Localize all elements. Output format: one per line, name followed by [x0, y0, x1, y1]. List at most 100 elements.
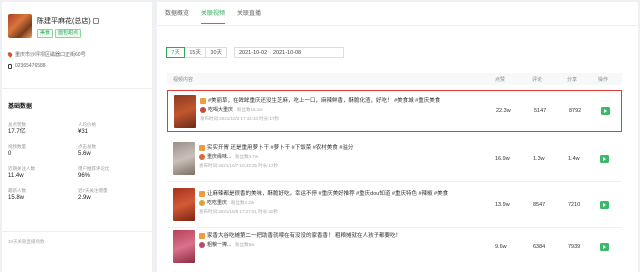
range-15-days-button[interactable]: 15天 [184, 47, 206, 58]
main-panel: 数据概览 关联视频 关联直播 7天 15天 30天 2021-10-02-202… [157, 2, 638, 272]
range-selector: 7天 15天 30天 [166, 47, 228, 58]
likes-count: 9.6w [495, 244, 507, 250]
play-video-button[interactable] [600, 155, 609, 163]
shop-tag: 面包甜点 [55, 29, 82, 38]
shop-name-text: 陈建平麻花(总店) [37, 18, 91, 25]
play-video-button[interactable] [600, 201, 609, 209]
phone-icon [8, 63, 12, 69]
video-thumbnail[interactable] [174, 95, 196, 128]
video-title[interactable]: 让麻辣都是很香的美味，酥脆好吃，幸运不停 #重庆美好推荐 #重庆dou知道 #重… [199, 189, 469, 197]
shop-photo [8, 14, 32, 38]
video-thumbnail[interactable] [173, 142, 195, 175]
date-start: 2021-10-02 [239, 50, 268, 56]
stat-item: 用户推荐评论比 96% [78, 166, 148, 180]
live-count-label: 30天关联直播场数 [8, 239, 45, 244]
range-7-days-button[interactable]: 7天 [166, 47, 185, 58]
stat-value: 17.7亿 [8, 129, 26, 135]
video-meta: 发布时间:2021/10/6 17:27:51 时长:20秒 [199, 209, 279, 214]
range-30-days-button[interactable]: 30天 [205, 47, 228, 58]
play-video-button[interactable] [600, 243, 609, 251]
video-author: 吃吃重庆 粉丝数3.2w [199, 199, 254, 206]
video-author: 吃喝大重庆 粉丝数16.1w [200, 106, 263, 113]
address-text: 重庆市沙坪坝区磁器口正街60号 [15, 52, 86, 58]
video-thumbnail[interactable] [173, 230, 195, 263]
video-meta: 发布时间:2021/10/7 10:43:35 时长:17秒 [199, 163, 279, 168]
location-pin-icon [6, 51, 14, 58]
shop-name: 陈建平麻花(总店) [37, 16, 99, 26]
video-thumbnail[interactable] [173, 188, 195, 221]
stat-item: 总点赞数 17.7亿 [8, 122, 78, 136]
shares-count: 1.4w [568, 156, 580, 162]
divider [2, 88, 152, 89]
stat-value: 5.6w [78, 151, 91, 157]
date-separator: - [269, 50, 271, 56]
stat-item: 视频数量 0 [8, 144, 78, 158]
date-end: 2021-10-08 [272, 50, 302, 56]
shop-phone: 02365476588 [8, 63, 46, 69]
author-name[interactable]: 粗粮一捧... [207, 241, 231, 248]
author-name[interactable]: 重庆缘味... [207, 153, 231, 160]
author-fans: 粉丝数3.2w [231, 199, 255, 205]
tab-related-live[interactable]: 关联直播 [237, 2, 261, 26]
video-tag-icon [200, 97, 206, 104]
author-name[interactable]: 吃吃重庆 [207, 199, 227, 206]
basic-stats-grid: 总点赞数 17.7亿 人均价格 ¥31 视频数量 0 点击总数 5.6w 近期关注人数 1… [8, 122, 148, 202]
divider [2, 231, 152, 232]
video-tag-icon [199, 144, 205, 151]
video-author: 重庆缘味... 粉丝数3.7w [199, 153, 258, 160]
phone-text: 02365476588 [15, 63, 46, 69]
date-range-picker[interactable]: 2021-10-02-2021-10-08 [234, 47, 344, 58]
stat-value: 96% [78, 173, 91, 179]
stat-value: ¥31 [78, 129, 89, 135]
tab-bar: 数据概览 关联视频 关联直播 [165, 2, 261, 26]
stat-value: 0 [8, 151, 12, 157]
shares-count: 7210 [568, 202, 581, 208]
stat-item: 人均价格 ¥31 [78, 122, 148, 136]
table-row[interactable]: 家香大谷吃摊第二一把助香就喂在有没没的家香香！ 粗粮摊就在人孩子都要吃！ 粗粮一捧… [167, 226, 622, 268]
avatar [199, 199, 205, 206]
header-likes: 点赞 [495, 77, 506, 83]
video-meta: 发布时间:2021/10/2 17:44:40 时长:17秒 [200, 116, 280, 121]
comments-count: 6384 [533, 244, 546, 250]
verify-icon [92, 18, 99, 25]
header-action: 操作 [598, 77, 609, 83]
play-video-button[interactable] [601, 107, 610, 115]
shares-count: 8792 [569, 108, 582, 114]
table-row[interactable]: #美丽草，在眸眸重庆还没生芝麻，吃上一口，麻辣鲜香，酥脆化渣，好吃！ #美食城 … [167, 90, 622, 132]
stat-item: 近期关注人数 11.4w [8, 166, 78, 180]
shop-tags: 美食 面包甜点 [37, 29, 82, 38]
table-row[interactable]: 实实开胃 还是重用萝卜干 #萝卜干 #下饭菜 #农村美食 #溢分 重庆缘味... 粉… [167, 138, 622, 180]
video-title[interactable]: #美丽草，在眸眸重庆还没生芝麻，吃上一口，麻辣鲜香，酥脆化渣，好吃！ #美食城 … [200, 96, 470, 104]
video-author: 粗粮一捧... 粉丝数5w [199, 241, 254, 248]
header-shares: 分享 [567, 77, 578, 83]
comments-count: 1.3w [533, 156, 545, 162]
stat-item: 点击总数 5.6w [78, 144, 148, 158]
avatar [199, 153, 205, 160]
stat-value: 11.4w [8, 173, 24, 179]
shares-count: 7939 [568, 244, 581, 250]
author-name[interactable]: 吃喝大重庆 [208, 106, 233, 113]
video-title[interactable]: 家香大谷吃摊第二一把助香就喂在有没没的家香香！ 粗粮摊就在人孩子都要吃！ [199, 231, 469, 239]
header-content: 视频内容 [173, 77, 194, 83]
tab-related-videos[interactable]: 关联视频 [201, 2, 226, 26]
video-title[interactable]: 实实开胃 还是重用萝卜干 #萝卜干 #下饭菜 #农村美食 #溢分 [199, 143, 469, 151]
avatar [199, 241, 205, 248]
video-title-text: 家香大谷吃摊第二一把助香就喂在有没没的家香香！ 粗粮摊就在人孩子都要吃！ [207, 233, 402, 239]
author-fans: 粉丝数3.7w [235, 153, 259, 159]
stat-value: 2.9w [78, 195, 91, 201]
avatar [200, 106, 206, 113]
video-tag-icon [199, 190, 205, 197]
video-title-text: 实实开胃 还是重用萝卜干 #萝卜干 #下饭菜 #农村美食 #溢分 [207, 145, 354, 151]
shop-info-panel: 陈建平麻花(总店) 美食 面包甜点 重庆市沙坪坝区磁器口正街60号 023654… [2, 2, 152, 272]
comments-count: 8547 [533, 202, 546, 208]
author-fans: 粉丝数5w [235, 241, 255, 247]
comments-count: 5147 [534, 108, 547, 114]
author-fans: 粉丝数16.1w [237, 106, 263, 112]
likes-count: 16.9w [495, 156, 510, 162]
video-tag-icon [199, 232, 205, 239]
tab-data-overview[interactable]: 数据概览 [165, 2, 189, 26]
table-row[interactable]: 让麻辣都是很香的美味，酥脆好吃，幸运不停 #重庆美好推荐 #重庆dou知道 #重… [167, 184, 622, 226]
header-comments: 评论 [532, 77, 543, 83]
shop-tag: 美食 [37, 29, 54, 38]
video-title-text: 让麻辣都是很香的美味，酥脆好吃，幸运不停 #重庆美好推荐 #重庆dou知道 #重… [207, 191, 449, 197]
